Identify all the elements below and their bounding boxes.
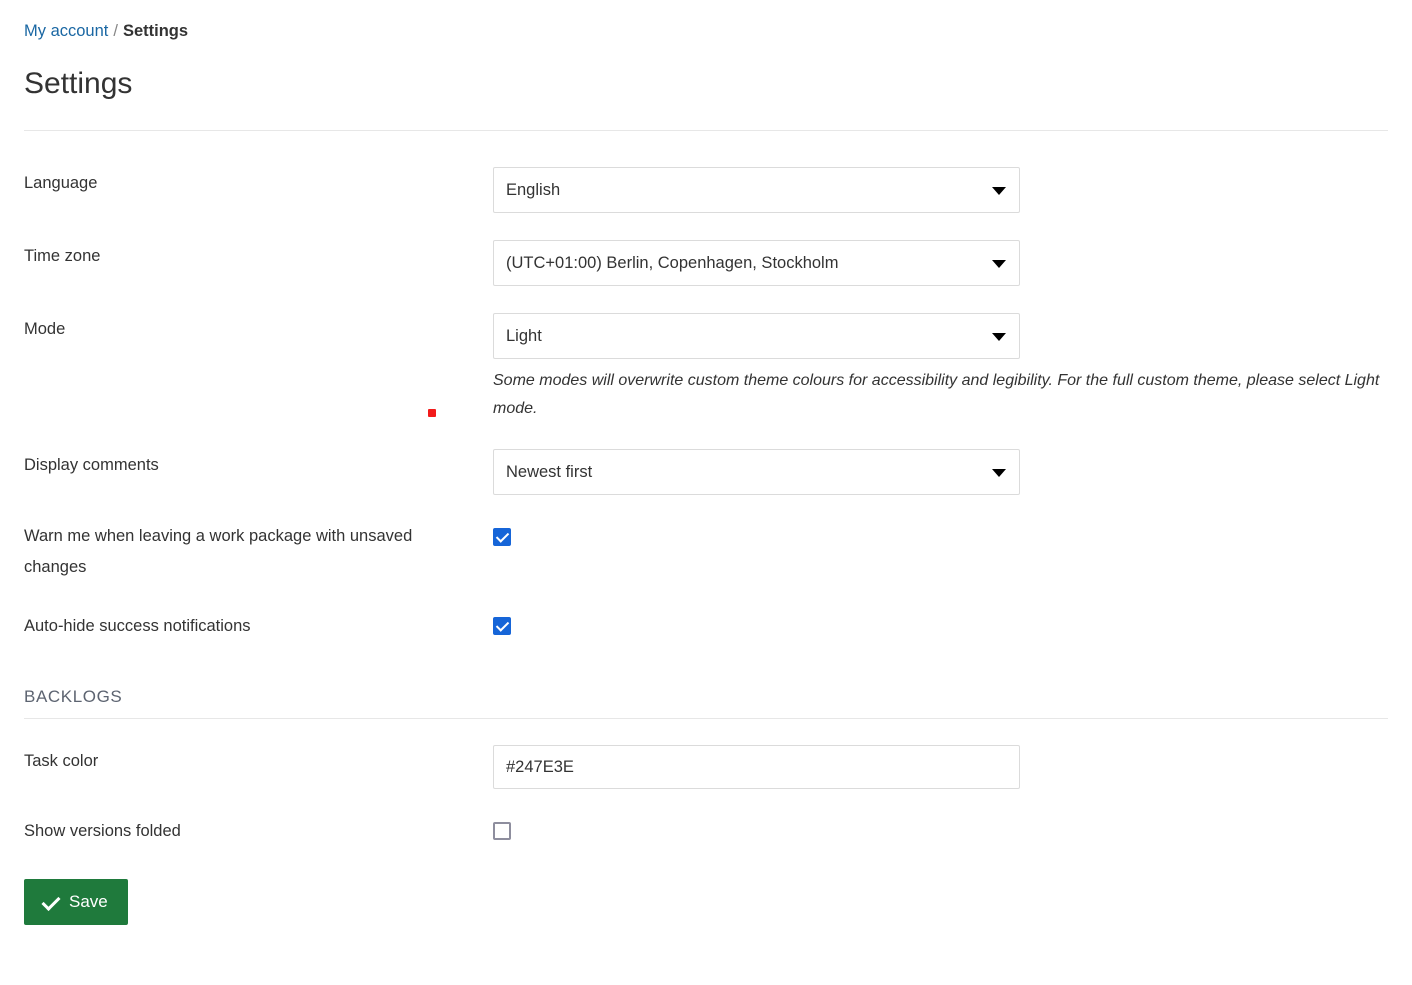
label-warn-unsaved: Warn me when leaving a work package with… (24, 521, 493, 583)
settings-page: My account / Settings Settings Language En… (0, 0, 1412, 925)
control-mode: Light Some modes will overwrite custom t… (493, 313, 1388, 423)
display-comments-select[interactable]: Newest first (493, 449, 1020, 495)
label-task-color: Task color (24, 745, 493, 777)
page-title: Settings (24, 66, 1412, 102)
field-row-warn-unsaved: Warn me when leaving a work package with… (24, 521, 1388, 583)
control-time-zone: (UTC+01:00) Berlin, Copenhagen, Stockhol… (493, 240, 1388, 286)
display-comments-select-wrap: Newest first (493, 449, 1020, 495)
backlogs-form: Task color Show versions folded (0, 745, 1412, 847)
mode-select[interactable]: Light (493, 313, 1020, 359)
breadcrumb-current-settings: Settings (123, 22, 188, 40)
checkbox-auto-hide[interactable] (493, 617, 511, 635)
language-select-wrap: English (493, 167, 1020, 213)
breadcrumb-link-my-account[interactable]: My account (24, 22, 108, 40)
control-language: English (493, 167, 1388, 213)
backlogs-divider (24, 718, 1388, 719)
mode-hint-text: Some modes will overwrite custom theme c… (493, 367, 1393, 423)
check-icon (42, 894, 58, 910)
label-mode: Mode (24, 313, 493, 345)
checkbox-warn-unsaved[interactable] (493, 528, 511, 546)
control-display-comments: Newest first (493, 449, 1388, 495)
time-zone-select-wrap: (UTC+01:00) Berlin, Copenhagen, Stockhol… (493, 240, 1020, 286)
breadcrumb-separator: / (113, 22, 118, 40)
control-task-color (493, 745, 1388, 789)
task-color-input[interactable] (493, 745, 1020, 789)
label-time-zone: Time zone (24, 240, 493, 272)
mode-select-wrap: Light (493, 313, 1020, 359)
save-button-label: Save (69, 892, 108, 912)
label-auto-hide: Auto-hide success notifications (24, 610, 493, 642)
save-button[interactable]: Save (24, 879, 128, 925)
field-row-auto-hide: Auto-hide success notifications (24, 610, 1388, 642)
checkbox-show-versions-folded[interactable] (493, 822, 511, 840)
field-row-display-comments: Display comments Newest first (24, 449, 1388, 495)
control-warn-unsaved (493, 521, 1388, 546)
backlogs-section-title: BACKLOGS (24, 686, 1388, 708)
label-language: Language (24, 167, 493, 199)
field-row-mode: Mode Light Some modes will overwrite cus… (24, 313, 1388, 423)
control-show-versions-folded (493, 815, 1388, 840)
language-select[interactable]: English (493, 167, 1020, 213)
field-row-time-zone: Time zone (UTC+01:00) Berlin, Copenhagen… (24, 240, 1388, 286)
label-display-comments: Display comments (24, 449, 493, 481)
title-divider (24, 130, 1388, 131)
settings-form: Language English Time zone (UTC+01:00) B… (0, 167, 1412, 642)
control-auto-hide (493, 610, 1388, 635)
label-show-versions-folded: Show versions folded (24, 815, 493, 847)
time-zone-select[interactable]: (UTC+01:00) Berlin, Copenhagen, Stockhol… (493, 240, 1020, 286)
field-row-show-versions-folded: Show versions folded (24, 815, 1388, 847)
form-actions: Save (24, 879, 1412, 925)
backlogs-section: BACKLOGS (0, 686, 1412, 719)
field-row-task-color: Task color (24, 745, 1388, 789)
field-row-language: Language English (24, 167, 1388, 213)
breadcrumb: My account / Settings (0, 0, 1412, 42)
